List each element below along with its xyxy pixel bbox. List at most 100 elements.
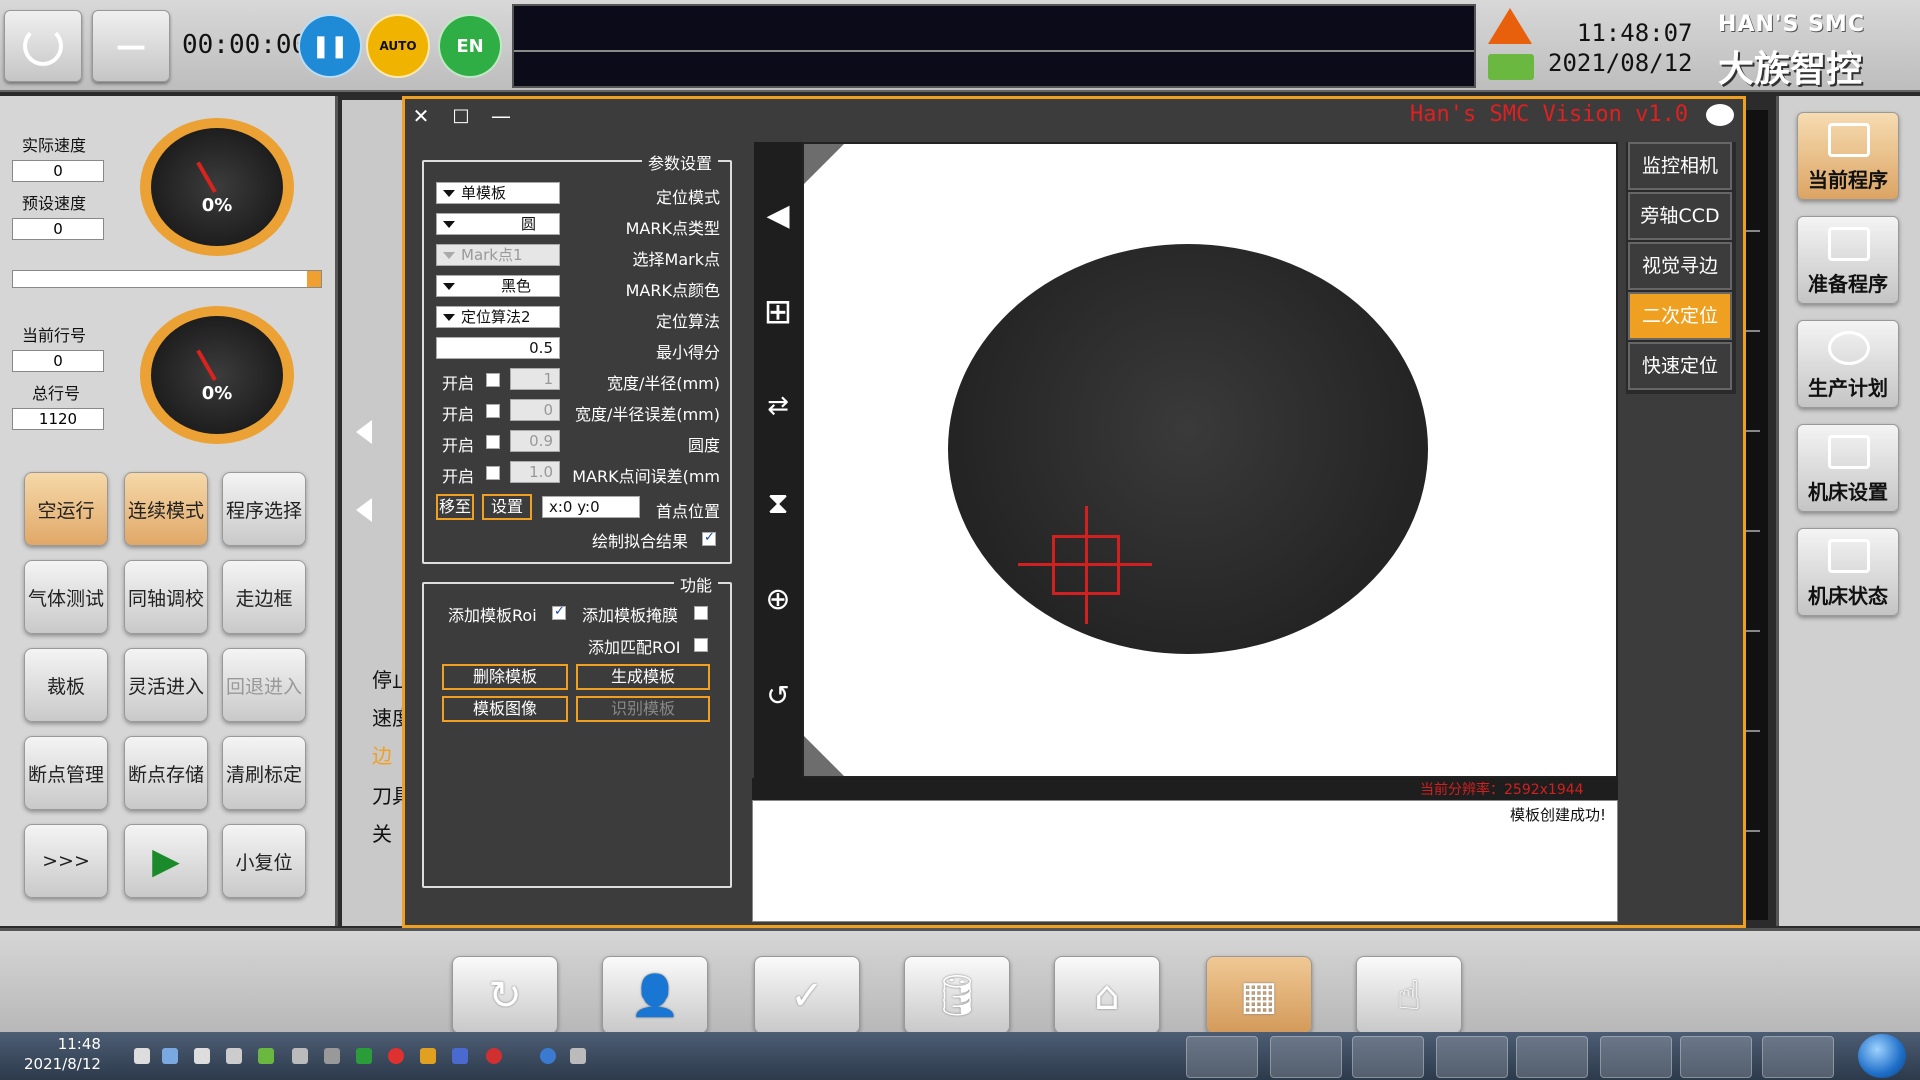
shield-icon[interactable] (162, 1048, 178, 1064)
power-button[interactable] (4, 10, 82, 82)
mark-distance-enable-checkbox[interactable] (486, 466, 500, 480)
gas-test-button[interactable]: 气体测试 (24, 560, 108, 634)
taskbar-folder-app[interactable] (1186, 1036, 1258, 1078)
flip-horizontal-icon[interactable]: ⇄ (756, 386, 800, 426)
taskbar-app[interactable] (1516, 1036, 1588, 1078)
taskbar-app[interactable] (1270, 1036, 1342, 1078)
manual-button[interactable]: ☝ (1356, 956, 1462, 1034)
recognize-template-button[interactable]: 识别模板 (576, 696, 710, 722)
flip-vertical-icon[interactable]: ⧗ (756, 484, 800, 524)
warning-icon[interactable] (1488, 8, 1532, 44)
app-tray-icon[interactable] (258, 1048, 274, 1064)
mark-select[interactable]: Mark点1 (436, 244, 560, 266)
breakpoint-manage-button[interactable]: 断点管理 (24, 736, 108, 810)
tab-quick-locate[interactable]: 快速定位 (1628, 342, 1732, 390)
flexible-entry-button[interactable]: 灵活进入 (124, 648, 208, 722)
collapse-arrow-icon[interactable] (356, 420, 372, 444)
width-tolerance-enable-checkbox[interactable] (486, 404, 500, 418)
delete-template-button[interactable]: 删除模板 (442, 664, 568, 690)
oil-button[interactable]: 🛢 (904, 956, 1010, 1034)
minimize-button[interactable]: — (92, 10, 170, 82)
dry-run-button[interactable]: 空运行 (24, 472, 108, 546)
cut-board-button[interactable]: 裁板 (24, 648, 108, 722)
breakpoint-save-button[interactable]: 断点存储 (124, 736, 208, 810)
app-tray-icon[interactable] (388, 1048, 404, 1064)
taskbar-ie-app[interactable] (1600, 1036, 1672, 1078)
center-target-icon[interactable]: ⊕ (756, 580, 800, 620)
add-template-mask-checkbox[interactable] (694, 606, 708, 620)
network-icon[interactable] (194, 1048, 210, 1064)
tab-side-ccd[interactable]: 旁轴CCD (1628, 192, 1732, 240)
template-image-button[interactable]: 模板图像 (442, 696, 568, 722)
taskbar-app[interactable] (1762, 1036, 1834, 1078)
rollback-entry-button[interactable]: 回退进入 (222, 648, 306, 722)
app-tray-icon[interactable] (486, 1048, 502, 1064)
reset-button[interactable]: ↻ (452, 956, 558, 1034)
collapse-arrow-icon[interactable] (356, 498, 372, 522)
taskbar-clock[interactable]: 11:48 2021/8/12 (24, 1034, 101, 1074)
first-point-input[interactable]: x:0 y:0 (542, 496, 640, 518)
volume-icon[interactable] (134, 1048, 150, 1064)
coaxial-calibrate-button[interactable]: 同轴调校 (124, 560, 208, 634)
app-tray-icon[interactable] (292, 1048, 308, 1064)
continuous-mode-button[interactable]: 连续模式 (124, 472, 208, 546)
add-match-roi-checkbox[interactable] (694, 638, 708, 652)
diagnose-button[interactable]: ✓ (754, 956, 860, 1034)
clean-button[interactable]: ⌂ (1054, 956, 1160, 1034)
current-program-button[interactable]: 当前程序 (1797, 112, 1899, 200)
generate-template-button[interactable]: 生成模板 (576, 664, 710, 690)
locate-mode-select[interactable]: 单模板 (436, 182, 560, 204)
production-plan-button[interactable]: 生产计划 (1797, 320, 1899, 408)
prepare-program-button[interactable]: 准备程序 (1797, 216, 1899, 304)
message-icon[interactable] (1488, 54, 1534, 80)
mark-color-select[interactable]: 黑色 (436, 275, 560, 297)
close-button[interactable]: ✕ (408, 104, 434, 128)
app-tray-icon[interactable] (570, 1048, 586, 1064)
grid-tool-icon[interactable]: ⊞ (756, 292, 800, 332)
app-tray-icon[interactable] (452, 1048, 468, 1064)
tab-vision-edge[interactable]: 视觉寻边 (1628, 242, 1732, 290)
clean-calibrate-button[interactable]: 清刷标定 (222, 736, 306, 810)
rotate-tool-icon[interactable]: ↺ (756, 676, 800, 716)
flag-icon[interactable] (226, 1048, 242, 1064)
parts-button[interactable]: ▦ (1206, 956, 1312, 1034)
move-to-button[interactable]: 移至 (436, 494, 474, 520)
start-button[interactable]: ▶ (124, 824, 208, 898)
locate-algorithm-select[interactable]: 定位算法2 (436, 306, 560, 328)
taskbar-chrome-app[interactable] (1680, 1036, 1752, 1078)
pause-button[interactable]: ❚❚ (298, 14, 362, 78)
minimize-button[interactable]: — (488, 104, 514, 128)
min-score-input[interactable]: 0.5 (436, 337, 560, 359)
taskbar-app[interactable] (1352, 1036, 1424, 1078)
tab-secondary-locate[interactable]: 二次定位 (1628, 292, 1732, 340)
auto-button[interactable]: AUTO (366, 14, 430, 78)
tab-monitor-camera[interactable]: 监控相机 (1628, 142, 1732, 190)
speed-slider[interactable] (12, 270, 322, 288)
taskbar-camera-app[interactable] (1436, 1036, 1508, 1078)
mark-type-select[interactable]: 圆 (436, 213, 560, 235)
next-page-button[interactable]: >>> (24, 824, 108, 898)
draw-fit-checkbox[interactable] (702, 530, 716, 546)
small-reset-button[interactable]: 小复位 (222, 824, 306, 898)
add-template-roi-checkbox[interactable] (552, 604, 566, 620)
app-tray-icon[interactable] (540, 1048, 556, 1064)
program-select-button[interactable]: 程序选择 (222, 472, 306, 546)
pointer-tool-icon[interactable]: ◀ (756, 196, 800, 236)
width-tolerance-input[interactable]: 0 (510, 399, 560, 421)
machine-settings-button[interactable]: 机床设置 (1797, 424, 1899, 512)
roundness-enable-checkbox[interactable] (486, 435, 500, 449)
user-button[interactable]: 👤 (602, 956, 708, 1034)
app-tray-icon[interactable] (324, 1048, 340, 1064)
mark-distance-input[interactable]: 1.0 (510, 461, 560, 483)
set-button[interactable]: 设置 (482, 494, 532, 520)
width-enable-checkbox[interactable] (486, 373, 500, 387)
roundness-input[interactable]: 0.9 (510, 430, 560, 452)
app-tray-icon[interactable] (356, 1048, 372, 1064)
width-input[interactable]: 1 (510, 368, 560, 390)
language-button[interactable]: EN (438, 14, 502, 78)
trace-frame-button[interactable]: 走边框 (222, 560, 306, 634)
app-tray-icon[interactable] (420, 1048, 436, 1064)
maximize-button[interactable]: □ (448, 104, 474, 128)
start-menu-icon[interactable] (1858, 1034, 1906, 1078)
machine-status-button[interactable]: 机床状态 (1797, 528, 1899, 616)
